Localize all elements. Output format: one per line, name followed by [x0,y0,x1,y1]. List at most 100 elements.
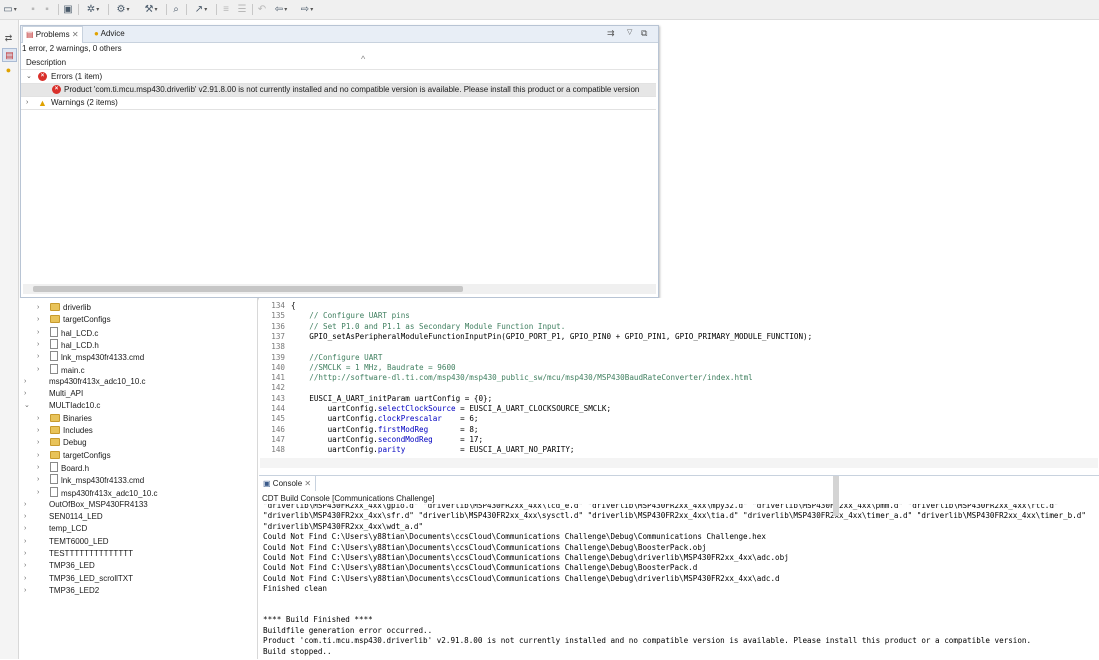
expand-arrow-icon[interactable]: › [24,548,26,560]
expand-arrow-icon[interactable]: › [37,425,39,437]
toolbar-separator [58,4,59,15]
new-icon[interactable]: ▭ ▾ [2,3,18,16]
expand-arrow-icon[interactable]: › [37,474,39,486]
search-icon[interactable]: ⌕ [170,3,182,16]
tree-item[interactable]: › lnk_msp430fr4133.cmd [37,351,144,363]
debug-icon[interactable]: ⚙ ▾ [112,3,134,16]
tree-item[interactable]: › Debug [37,437,87,449]
build-icon[interactable]: ✲ ▾ [82,3,104,16]
view-menu-icon[interactable]: ▽ [627,28,632,36]
tree-item[interactable]: › Binaries [37,413,92,425]
tree-item[interactable]: › targetConfigs [37,450,111,462]
restore-icon[interactable]: ⇄ [2,32,15,44]
tree-item[interactable]: ⌄ MULTIadc10.c [24,400,100,412]
expand-arrow-icon[interactable]: › [37,450,39,462]
tab-problems[interactable]: ▤ Problems ✕ [22,26,83,43]
scrollbar-thumb[interactable] [33,286,463,292]
expand-arrow-icon[interactable]: › [37,364,39,376]
tree-item[interactable]: › targetConfigs [37,314,111,326]
console-scrollbar-thumb[interactable] [833,476,839,516]
expand-arrow-icon[interactable]: › [37,327,39,339]
expand-arrow-icon[interactable]: ⌄ [26,71,32,83]
tree-item[interactable]: › driverlib [37,302,91,314]
warnings-group-row[interactable]: › ▲ Warnings (2 items) [21,97,656,110]
restore-view-icon[interactable]: ⧉ [641,28,647,39]
tree-item[interactable]: › OutOfBox_MSP430FR4133 [24,499,148,511]
code-editor[interactable]: 134 {135 // Configure UART pins 136 // Set… [259,298,1099,469]
expand-arrow-icon[interactable]: › [24,560,26,572]
tree-item[interactable]: › temp_LCD [24,523,87,535]
tree-item[interactable]: › Multi_API [24,388,83,400]
toolbar-separator [78,4,79,15]
nav-forward-icon[interactable]: ⇨ ▾ [296,3,318,16]
tree-item[interactable]: › SEN0114_LED [24,511,103,523]
expand-arrow-icon[interactable]: › [24,376,26,388]
console-icon: ▣ [263,479,271,488]
expand-arrow-icon[interactable]: › [37,351,39,363]
tree-item[interactable]: › TEMT6000_LED [24,536,109,548]
tree-item[interactable]: › TESTTTTTTTTTTTTTT [24,548,133,560]
expand-arrow-icon[interactable]: › [37,413,39,425]
column-header[interactable]: Description ^ [21,54,658,70]
main-toolbar: ▭ ▾ ▪ ▪ ▣ ✲ ▾ ⚙ ▾ ⚒ ▾ ⌕ ↗ ▾ ≡ ☰ ↶ ⇦ ▾ ⇨ ▾ [0,0,1099,20]
expand-arrow-icon[interactable]: › [37,462,39,474]
expand-arrow-icon[interactable]: › [37,339,39,351]
terminal-icon[interactable]: ▣ [62,3,74,16]
expand-arrow-icon[interactable]: › [37,302,39,314]
expand-arrow-icon[interactable]: › [24,511,26,523]
annotation-icon[interactable]: ☰ [236,3,248,16]
tree-item[interactable]: › msp430fr413x_adc10_10.c [37,486,158,499]
project-icon [37,376,46,385]
collapse-arrow-icon[interactable]: › [26,97,28,109]
expand-arrow-icon[interactable]: › [24,499,26,511]
tab-advice[interactable]: ● Advice [91,26,128,42]
tree-item[interactable]: › hal_LCD.h [37,338,99,351]
tree-item[interactable]: › Board.h [37,461,89,474]
warnings-group-label: Warnings (2 items) [51,98,118,107]
tree-item[interactable]: › hal_LCD.c [37,326,98,339]
save-all-icon[interactable]: ▪ [42,3,52,16]
expand-arrow-icon[interactable]: › [24,388,26,400]
expand-arrow-icon[interactable]: › [37,437,39,449]
tree-item[interactable]: › main.c [37,363,85,376]
tree-item[interactable]: › TMP36_LED_scrollTXT [24,573,133,585]
code-line: //Configure UART [291,352,383,362]
line-number: 147 [271,434,285,444]
code-line: //http://software-dl.ti.com/msp430/msp43… [291,373,753,383]
project-icon [37,388,46,397]
advice-icon[interactable]: ● [2,64,15,76]
empty-rows [21,110,656,282]
flash-icon[interactable]: ↗ ▾ [190,3,212,16]
back-icon[interactable]: ↶ [256,3,268,16]
tree-item-label: Includes [63,426,93,435]
editor-horizontal-scrollbar[interactable] [260,458,1098,468]
close-icon[interactable]: ✕ [304,479,311,488]
collapse-arrow-icon[interactable]: ⌄ [24,400,30,412]
expand-arrow-icon[interactable]: › [24,585,26,597]
problems-icon[interactable]: ▤ [2,48,17,62]
errors-group-label: Errors (1 item) [51,72,103,81]
errors-group-row[interactable]: ⌄ × Errors (1 item) [21,71,656,84]
expand-arrow-icon[interactable]: › [24,536,26,548]
code-line: GPIO_setAsPeripheralModuleFunctionInputP… [291,331,813,341]
expand-arrow-icon[interactable]: › [37,487,39,499]
tree-item[interactable]: › Includes [37,425,93,437]
line-number: 140 [271,362,285,372]
filter-icon[interactable]: ⇉ [607,28,615,39]
expand-arrow-icon[interactable]: › [37,314,39,326]
error-row[interactable]: × Product 'com.ti.mcu.msp430.driverlib' … [21,84,656,97]
horizontal-scrollbar[interactable] [23,284,656,294]
save-icon[interactable]: ▪ [28,3,38,16]
expand-arrow-icon[interactable]: › [24,523,26,535]
tab-console[interactable]: ▣ Console ✕ [259,476,317,491]
nav-back-icon[interactable]: ⇦ ▾ [270,3,292,16]
tree-item[interactable]: › TMP36_LED [24,560,95,572]
tree-item[interactable]: › msp430fr413x_adc10_10.c [24,376,146,388]
tree-item[interactable]: › TMP36_LED2 [24,585,99,597]
toggle-icon[interactable]: ≡ [220,3,232,16]
hammer-icon[interactable]: ⚒ ▾ [140,3,162,16]
console-output[interactable]: "driverlib\MSP430FR2xx_4xx\gpio.d" "driv… [259,504,1099,660]
tree-item[interactable]: › lnk_msp430fr4133.cmd [37,474,144,486]
expand-arrow-icon[interactable]: › [24,573,26,585]
close-icon[interactable]: ✕ [72,30,79,39]
